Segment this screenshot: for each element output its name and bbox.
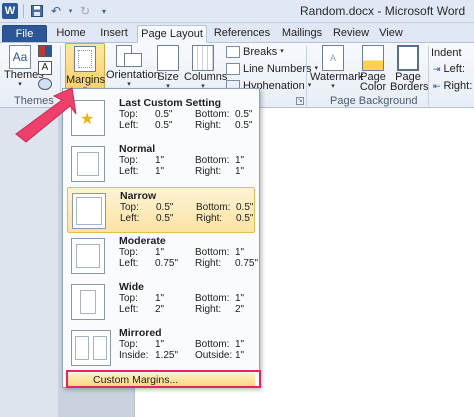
pointer-arrow-icon [15, 87, 77, 143]
